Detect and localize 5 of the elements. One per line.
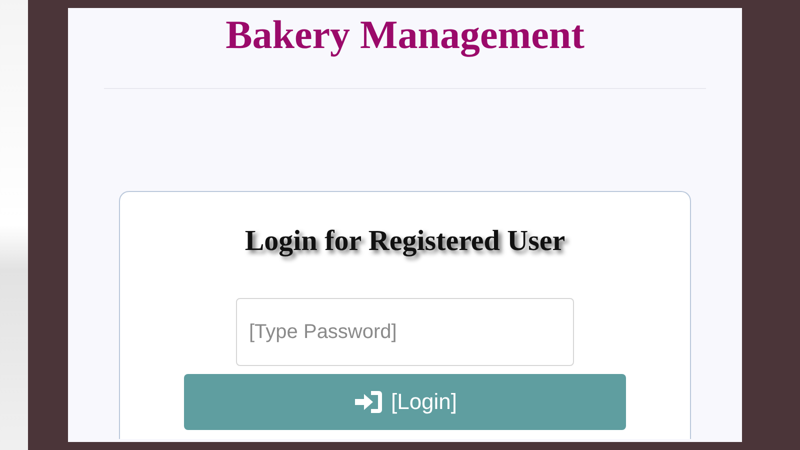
app-title: Bakery Management xyxy=(226,12,584,58)
login-heading: Login for Registered User xyxy=(244,224,566,258)
password-field[interactable]: [Type Password] xyxy=(236,298,574,366)
login-button[interactable]: [Login] xyxy=(184,374,626,430)
sign-in-icon xyxy=(352,390,383,414)
